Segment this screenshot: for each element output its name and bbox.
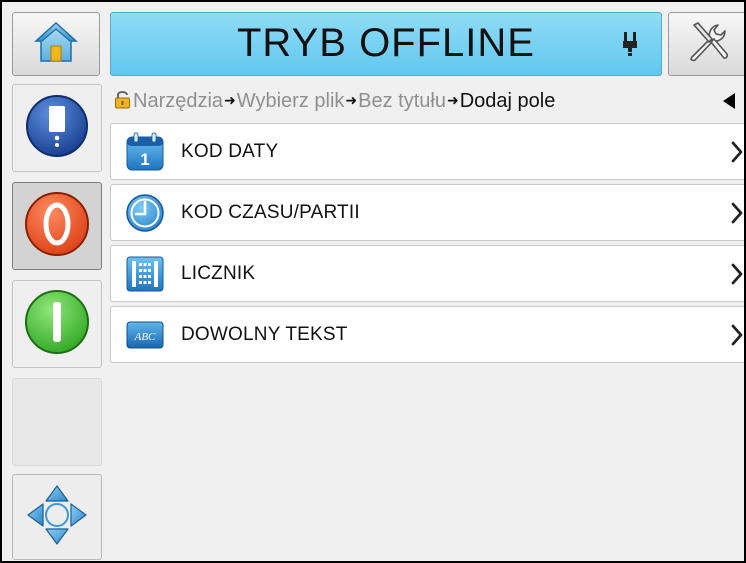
stop-button[interactable]	[12, 182, 102, 270]
list-item-time-batch-code[interactable]: KOD CZASU/PARTII	[110, 184, 744, 241]
home-icon	[33, 20, 79, 69]
breadcrumb-item-tools[interactable]: Narzędzia	[133, 90, 223, 113]
start-icon	[23, 288, 91, 361]
list-item-label: KOD CZASU/PARTII	[181, 201, 360, 223]
empty-slot	[12, 378, 102, 466]
lock-icon	[114, 89, 131, 115]
list-item-counter[interactable]: LICZNIK	[110, 245, 744, 302]
ink-cartridge-icon	[24, 93, 90, 164]
chevron-right-icon	[731, 202, 743, 224]
chevron-right-icon	[731, 141, 743, 163]
navigation-button[interactable]	[12, 474, 102, 560]
svg-text:ABC: ABC	[134, 331, 156, 343]
list-item-date-code[interactable]: 1 KOD DATY	[110, 123, 744, 180]
abc-text-icon: ABC	[123, 313, 167, 357]
breadcrumb-item-untitled[interactable]: Bez tytułu	[358, 90, 446, 113]
side-toolbar	[12, 82, 104, 561]
breadcrumb-separator-icon: ➜	[224, 91, 236, 108]
breadcrumb-item-add-field: Dodaj pole	[459, 89, 556, 112]
back-button[interactable]	[718, 90, 740, 112]
svg-text:1: 1	[140, 150, 149, 169]
list-item-label: LICZNIK	[181, 262, 256, 284]
breadcrumb: Narzędzia ➜ Wybierz plik ➜ Bez tytułu ➜ …	[114, 86, 744, 116]
breadcrumb-separator-icon: ➜	[446, 91, 459, 108]
breadcrumb-item-select-file[interactable]: Wybierz plik	[237, 90, 345, 113]
tools-button[interactable]	[668, 12, 744, 76]
clock-icon	[123, 191, 167, 235]
ink-button[interactable]	[12, 84, 102, 172]
list-item-label: DOWOLNY TEKST	[181, 323, 348, 345]
status-title: TRYB OFFLINE	[237, 20, 535, 65]
start-button[interactable]	[12, 280, 102, 368]
counter-icon	[123, 252, 167, 296]
list-item-label: KOD DATY	[181, 140, 279, 162]
breadcrumb-separator-icon: ➜	[345, 91, 358, 108]
chevron-right-icon	[731, 263, 743, 285]
status-bar[interactable]: TRYB OFFLINE	[110, 12, 662, 76]
calendar-icon: 1	[123, 130, 167, 174]
back-triangle-icon	[723, 93, 735, 109]
stop-icon	[23, 190, 91, 263]
tools-icon	[684, 17, 734, 72]
printhead-icon	[623, 32, 637, 61]
app-window: TRYB OFFLINE Narzędzia ➜ Wybierz plik ➜ …	[0, 0, 746, 563]
navigation-arrows-icon	[25, 483, 89, 552]
list-item-free-text[interactable]: ABC DOWOLNY TEKST	[110, 306, 744, 363]
chevron-right-icon	[731, 324, 743, 346]
home-button[interactable]	[12, 12, 100, 76]
